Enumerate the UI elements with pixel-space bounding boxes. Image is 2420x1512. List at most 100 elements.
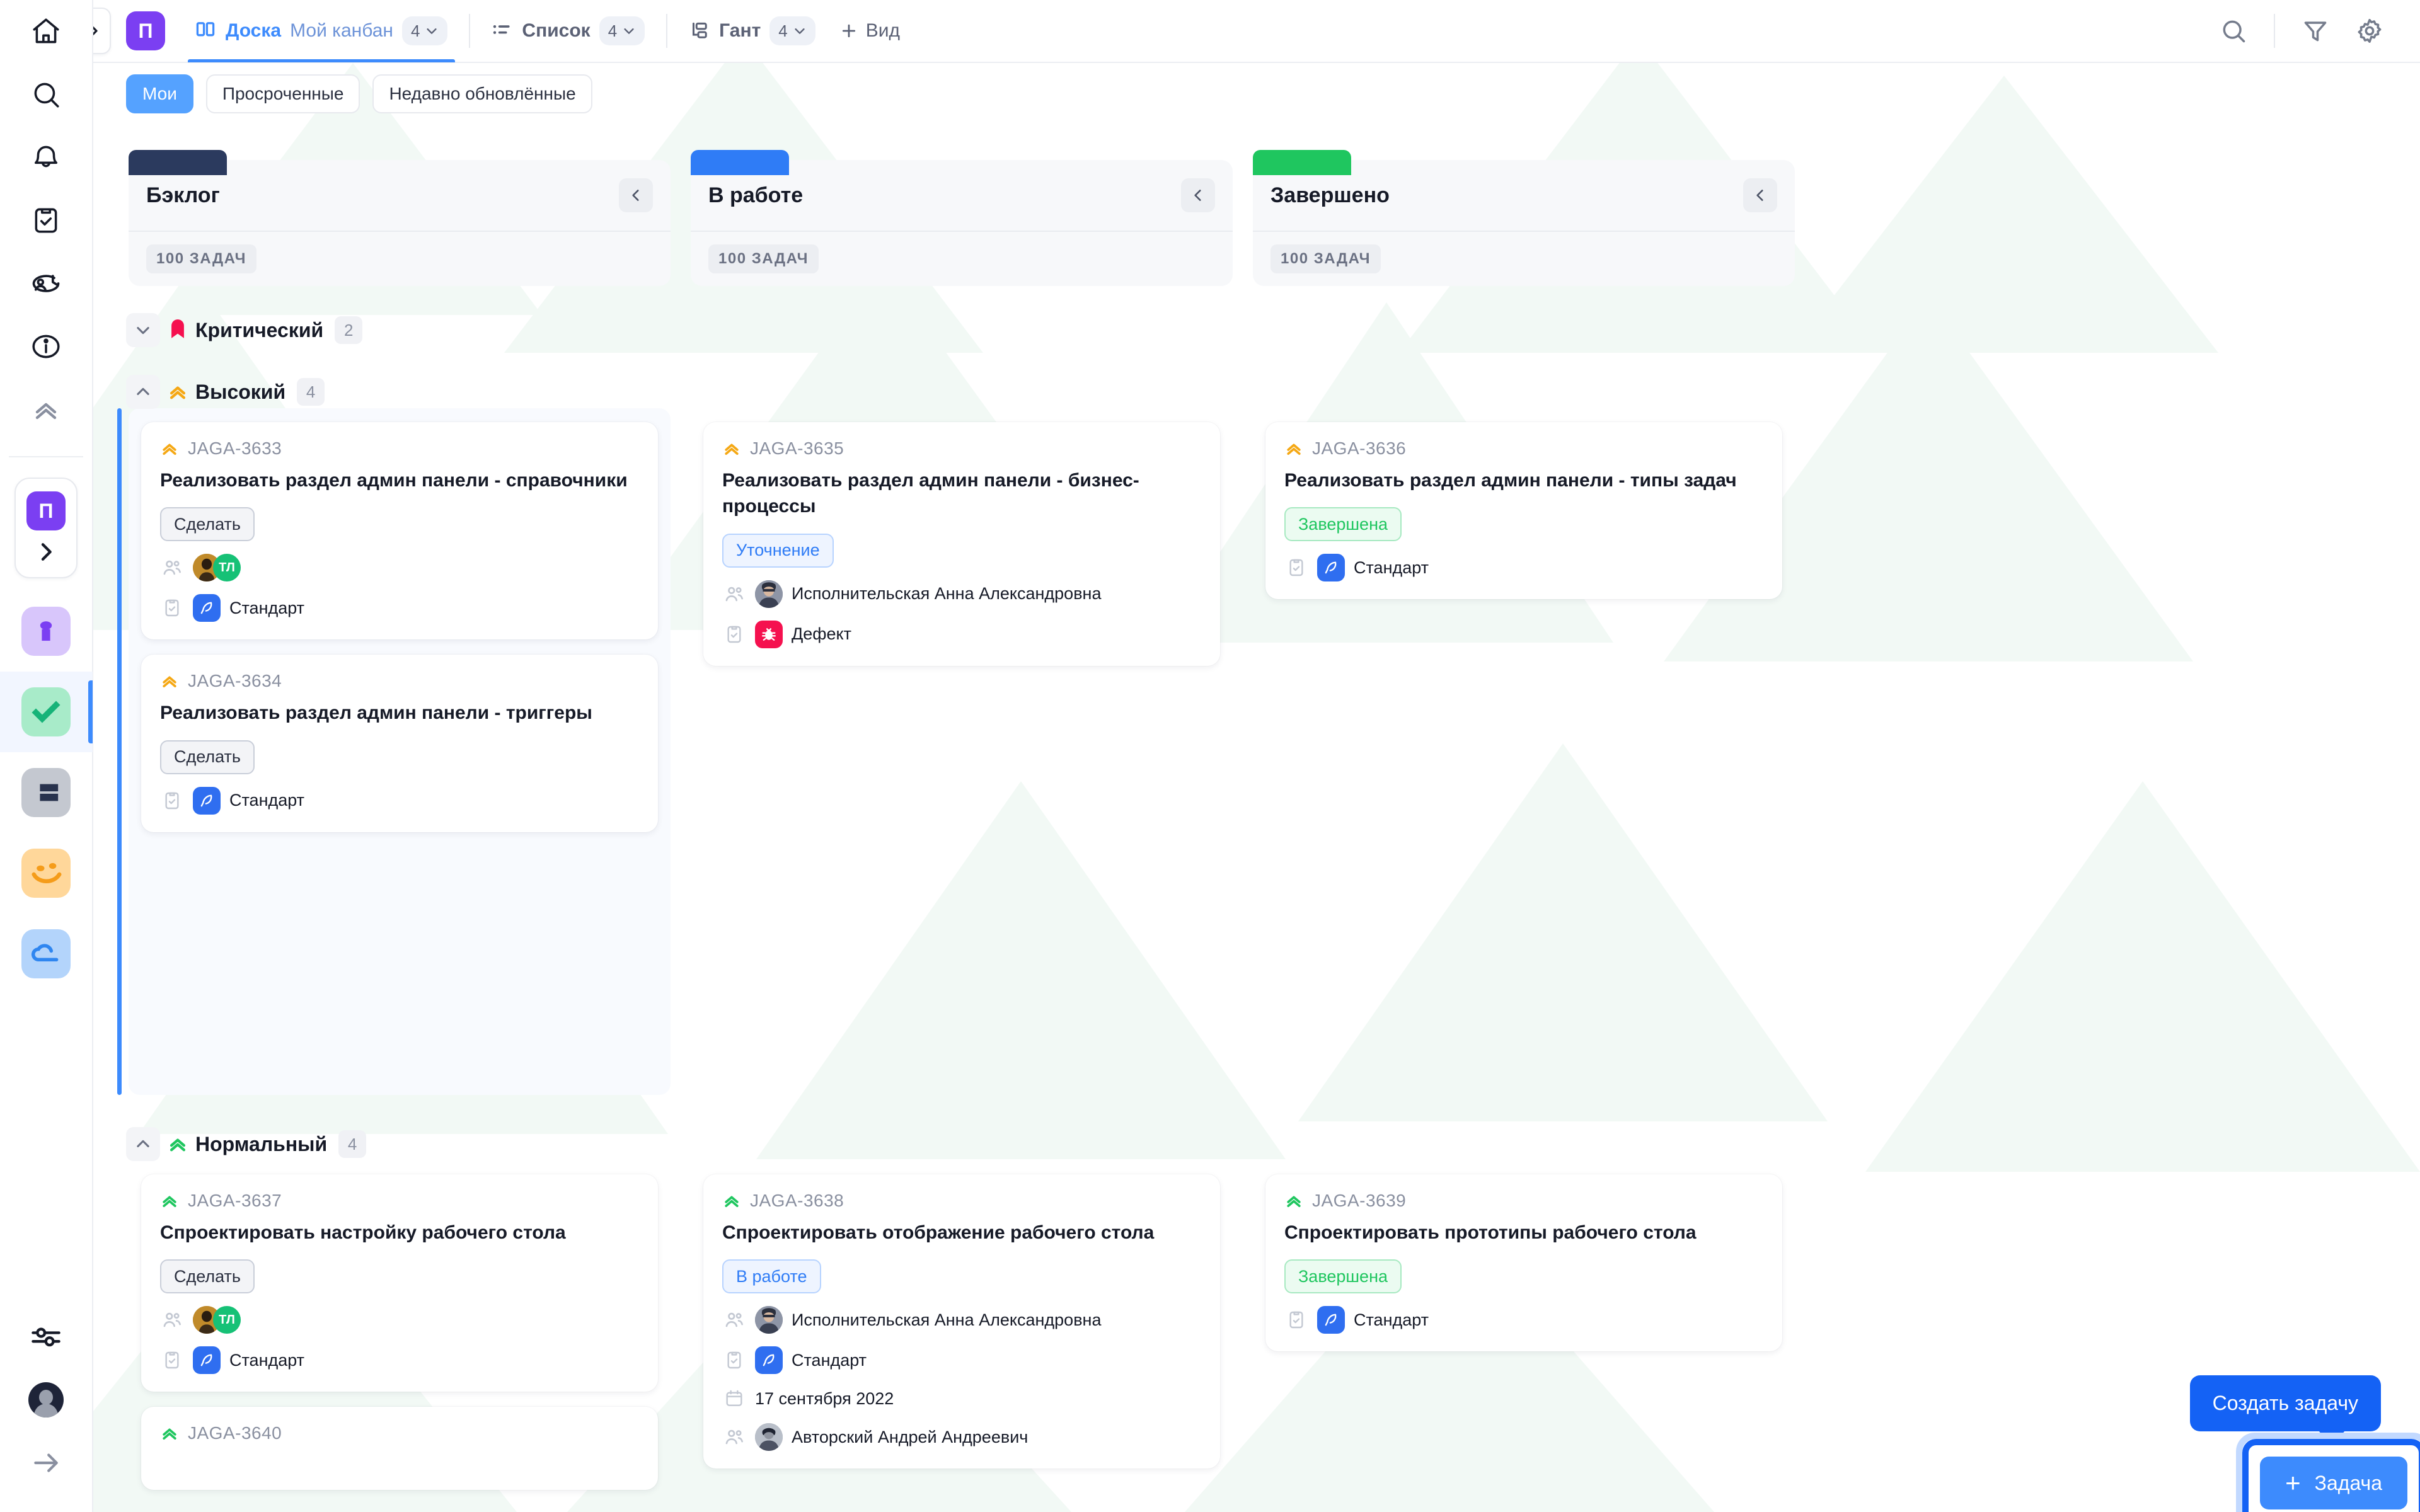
filter-chip-mine[interactable]: Мои xyxy=(126,74,193,113)
status-badge[interactable]: Завершена xyxy=(1284,507,1402,542)
status-badge[interactable]: В работе xyxy=(722,1259,821,1294)
chevron-down-icon xyxy=(624,28,634,34)
people-icon xyxy=(722,1425,746,1449)
chevron-down-icon xyxy=(795,28,805,34)
tab-gantt[interactable]: Гант 4 xyxy=(676,0,828,62)
group-toggle-critical[interactable] xyxy=(126,313,160,347)
chevron-down-icon xyxy=(137,326,149,335)
group-count: 2 xyxy=(335,316,363,344)
app-slot-docs[interactable] xyxy=(0,752,93,833)
add-task-button[interactable]: + Задача xyxy=(2260,1457,2407,1509)
tab-list-count[interactable]: 4 xyxy=(599,16,645,45)
status-badge[interactable]: Сделать xyxy=(160,740,255,774)
group-count: 4 xyxy=(297,378,325,406)
tab-gantt-count[interactable]: 4 xyxy=(769,16,815,45)
tab-board[interactable]: Доска Мой канбан 4 xyxy=(183,0,460,62)
clipboard-check-icon[interactable] xyxy=(14,189,78,252)
avatar-group[interactable]: ТЛ xyxy=(193,554,241,582)
rail-divider xyxy=(9,456,83,457)
chevrons-up-icon xyxy=(170,386,186,399)
filter-chip-overdue[interactable]: Просроченные xyxy=(205,74,360,113)
lane-cell-backlog-normal[interactable]: JAGA-3637 Спроектировать настройку рабоч… xyxy=(129,1160,671,1512)
filter-icon[interactable] xyxy=(2291,7,2339,55)
calendar-icon xyxy=(722,1387,746,1411)
task-card[interactable]: JAGA-3635 Реализовать раздел админ панел… xyxy=(703,422,1220,666)
status-badge[interactable]: Уточнение xyxy=(722,533,834,568)
lane-cell-done-normal[interactable]: JAGA-3639 Спроектировать прототипы рабоч… xyxy=(1253,1160,1795,1512)
avatar[interactable] xyxy=(14,1368,78,1431)
task-card[interactable]: JAGA-3639 Спроектировать прототипы рабоч… xyxy=(1265,1174,1782,1352)
search-icon[interactable] xyxy=(14,63,78,126)
group-toggle-high[interactable] xyxy=(126,375,160,409)
project-switcher[interactable]: П xyxy=(14,478,78,578)
task-card[interactable]: JAGA-3638 Спроектировать отображение раб… xyxy=(703,1174,1220,1469)
task-card[interactable]: JAGA-3636 Реализовать раздел админ панел… xyxy=(1265,422,1782,600)
project-initial: П xyxy=(26,491,66,530)
time-tracking-icon[interactable] xyxy=(14,252,78,315)
bell-icon[interactable] xyxy=(14,126,78,189)
group-count: 4 xyxy=(338,1130,367,1158)
collapse-column-button[interactable] xyxy=(619,178,653,212)
app-slot-cloud[interactable] xyxy=(0,914,93,994)
status-badge[interactable]: Сделать xyxy=(160,507,255,542)
card-type-row: Стандарт xyxy=(1284,554,1763,582)
card-key-row: JAGA-3640 xyxy=(160,1423,639,1443)
collapse-column-button[interactable] xyxy=(1181,178,1215,212)
sliders-icon[interactable] xyxy=(14,1305,78,1368)
app-slot-smiley[interactable] xyxy=(0,833,93,914)
card-key-row: JAGA-3636 xyxy=(1284,438,1763,459)
tab-board-count[interactable]: 4 xyxy=(401,16,448,45)
chevron-down-icon xyxy=(427,28,437,34)
collapse-column-button[interactable] xyxy=(1743,178,1777,212)
group-toggle-normal[interactable] xyxy=(126,1127,160,1161)
card-title: Реализовать раздел админ панели - тригге… xyxy=(160,702,592,724)
chevron-left-icon xyxy=(1194,190,1201,201)
create-task-highlight-inner: + Задача xyxy=(2242,1439,2420,1512)
search-icon[interactable] xyxy=(2210,7,2257,55)
add-task-label: Задача xyxy=(2314,1471,2382,1494)
avatar-group[interactable]: ТЛ xyxy=(193,1306,241,1334)
card-key-row: JAGA-3638 xyxy=(722,1191,1201,1211)
card-key: JAGA-3633 xyxy=(188,438,282,458)
priority-critical-icon xyxy=(160,319,195,341)
project-badge[interactable]: Доска П xyxy=(126,11,165,50)
task-card[interactable]: JAGA-3634 Реализовать раздел админ панел… xyxy=(141,655,658,832)
tab-gantt-type: Гант xyxy=(719,20,761,41)
lane-cell-done-high[interactable]: JAGA-3636 Реализовать раздел админ панел… xyxy=(1253,408,1795,1095)
lane-cell-inprogress-high[interactable]: JAGA-3635 Реализовать раздел админ панел… xyxy=(691,408,1233,1095)
card-key-row: JAGA-3637 xyxy=(160,1191,639,1211)
add-view-button[interactable]: Вид xyxy=(828,0,911,62)
status-badge[interactable]: Завершена xyxy=(1284,1259,1402,1294)
task-card[interactable]: JAGA-3640 xyxy=(141,1407,658,1491)
chevron-right-icon xyxy=(41,543,52,561)
app-slot-tasks[interactable] xyxy=(0,672,93,752)
clipboard-icon xyxy=(160,789,184,813)
check-icon xyxy=(32,701,60,723)
task-card[interactable]: JAGA-3633 Реализовать раздел админ панел… xyxy=(141,422,658,640)
smiley-icon xyxy=(32,862,62,883)
task-card[interactable]: JAGA-3637 Спроектировать настройку рабоч… xyxy=(141,1174,658,1392)
home-icon[interactable] xyxy=(14,0,78,63)
info-icon[interactable] xyxy=(14,315,78,378)
filter-chip-recent[interactable]: Недавно обновлённые xyxy=(372,74,592,113)
topbar-divider xyxy=(2274,14,2275,48)
feather-icon xyxy=(1317,554,1345,582)
plus-icon: + xyxy=(2285,1468,2301,1498)
lane-cell-backlog-high[interactable]: JAGA-3633 Реализовать раздел админ панел… xyxy=(117,408,671,1095)
tab-list[interactable]: Список 4 xyxy=(479,0,657,62)
app-slot-messenger[interactable] xyxy=(0,591,93,672)
gear-icon[interactable] xyxy=(2346,7,2394,55)
arrow-right-icon[interactable] xyxy=(14,1431,78,1494)
gantt-icon xyxy=(693,22,707,38)
lane-cell-inprogress-normal[interactable]: JAGA-3638 Спроектировать отображение раб… xyxy=(691,1160,1233,1512)
add-view-label: Вид xyxy=(865,20,901,41)
clipboard-icon xyxy=(1284,556,1308,580)
chevrons-up-icon[interactable] xyxy=(14,378,78,441)
project-badge-letter: П xyxy=(138,19,153,42)
status-badge[interactable]: Сделать xyxy=(160,1259,255,1294)
group-header-critical: Критический 2 xyxy=(126,311,363,349)
feather-icon xyxy=(193,594,221,622)
priority-high-icon xyxy=(1287,444,1301,455)
lane-normal: JAGA-3637 Спроектировать настройку рабоч… xyxy=(129,1160,1795,1512)
card-type-row: Стандарт xyxy=(160,786,639,815)
